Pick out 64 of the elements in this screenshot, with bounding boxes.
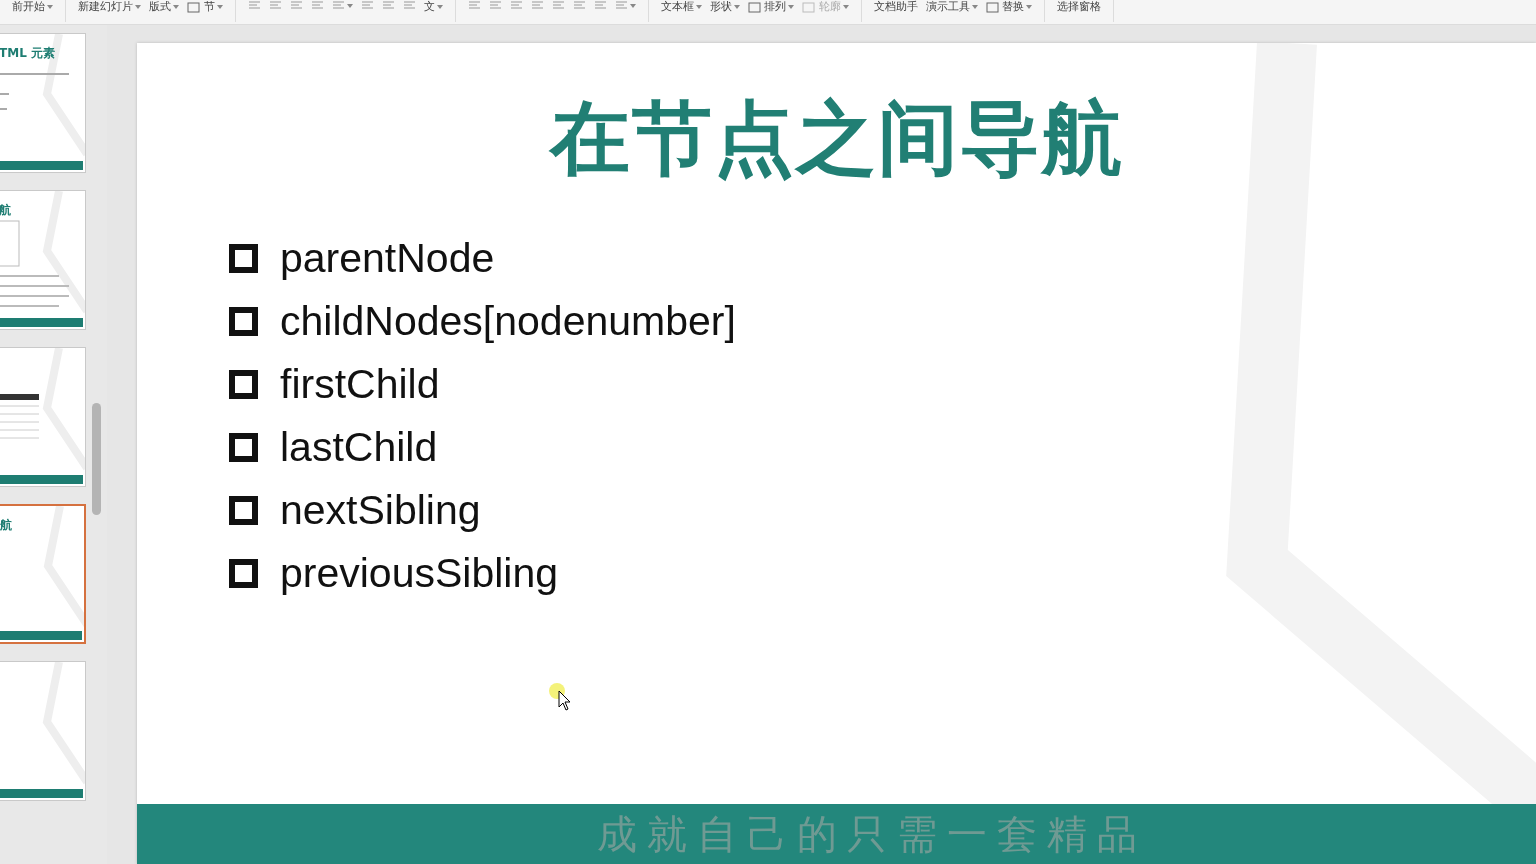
bullet-text: childNodes[nodenumber]	[280, 297, 736, 346]
caret-icon	[629, 3, 636, 8]
toolbar-button[interactable]: 演示工具	[921, 0, 982, 14]
footer-text: 成就自己的只需一套精品	[596, 810, 1147, 859]
lines-icon	[268, 0, 282, 11]
lines-icon	[310, 0, 324, 11]
square-icon	[747, 1, 761, 13]
caret-icon	[173, 5, 179, 9]
caret-icon	[1026, 5, 1032, 9]
toolbar-button[interactable]: 文本框	[656, 0, 706, 14]
toolbar-button[interactable]: 形状	[705, 0, 744, 14]
caret-icon	[436, 5, 443, 9]
caret-icon	[47, 5, 53, 9]
lines-icon	[289, 0, 303, 11]
bullet-text: firstChild	[280, 360, 440, 409]
lines-icon	[572, 0, 586, 11]
toolbar-button[interactable]: 替换	[981, 0, 1036, 14]
toolbar-button[interactable]: 前开始	[8, 0, 57, 14]
toolbar-button[interactable]: 文	[419, 0, 447, 14]
caret-icon	[971, 5, 978, 9]
thumbnail-title: 航	[0, 517, 12, 534]
slide-thumbnail[interactable]: 航	[0, 504, 86, 644]
lines-icon	[488, 0, 502, 11]
lines-icon	[331, 0, 345, 11]
lines-icon	[467, 0, 481, 11]
toolbar-button[interactable]: 选择窗格	[1053, 0, 1105, 14]
lines-icon	[247, 0, 261, 11]
bullet-text: previousSibling	[280, 549, 559, 598]
toolbar-button[interactable]: 文档助手	[869, 0, 922, 14]
slide-title: 在节点之间导航	[548, 91, 1125, 187]
bullet-square-icon	[229, 496, 258, 525]
bullet-text: nextSibling	[280, 486, 481, 535]
square-icon	[985, 1, 999, 13]
bullet-square-icon	[229, 559, 258, 588]
toolbar-button[interactable]: 排列	[743, 0, 798, 14]
toolbar-button[interactable]: 版式	[145, 0, 183, 14]
lines-icon	[381, 0, 395, 11]
lines-icon	[530, 0, 544, 11]
scrollbar-thumb[interactable]	[92, 403, 101, 515]
bullet-square-icon	[229, 370, 258, 399]
bullet-square-icon	[229, 244, 258, 273]
caret-icon	[842, 5, 849, 9]
square-icon	[187, 1, 200, 13]
lines-icon	[614, 0, 628, 11]
toolbar-button[interactable]: 新建幻灯片	[74, 0, 145, 14]
caret-icon	[135, 5, 141, 9]
lines-icon	[509, 0, 523, 11]
mouse-cursor-icon	[547, 683, 571, 713]
lines-icon	[593, 0, 607, 11]
bullet-square-icon	[229, 433, 258, 462]
square-icon	[802, 1, 815, 13]
caret-icon	[216, 5, 223, 9]
caret-icon	[346, 3, 353, 8]
lines-icon	[551, 0, 565, 11]
caret-icon	[788, 5, 794, 9]
caret-icon	[695, 5, 702, 9]
bullet-text: parentNode	[280, 234, 495, 283]
slide-thumbnail[interactable]	[0, 661, 86, 801]
bullet-text: lastChild	[280, 423, 438, 472]
lines-icon	[402, 0, 416, 11]
toolbar-button[interactable]: 节	[183, 0, 227, 14]
caret-icon	[733, 5, 740, 9]
bullet-square-icon	[229, 307, 258, 336]
lines-icon	[360, 0, 374, 11]
